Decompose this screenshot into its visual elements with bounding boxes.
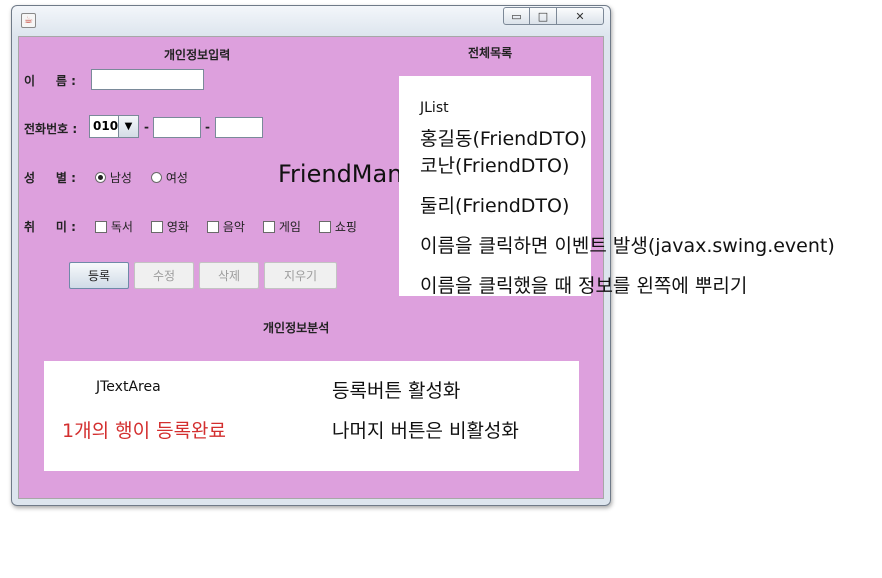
annotation-click-event: 이름을 클릭하면 이벤트 발생(javax.swing.event) [420,235,835,257]
jlist-label: JList [420,100,449,116]
checkbox-icon[interactable] [95,221,107,233]
gender-male-radio[interactable]: 남성 [95,169,132,186]
hobby-label: 취 미 : [24,220,76,234]
checkbox-icon[interactable] [207,221,219,233]
radio-unselected-icon[interactable] [151,172,162,183]
form-header: 개인정보입력 [164,48,231,62]
gender-female-label: 여성 [165,171,188,185]
name-label: 이 름 : [24,74,76,88]
hobby-label-movie: 영화 [166,220,189,234]
phone-prefix-value: 010 [93,119,119,133]
phone-label: 전화번호 : [24,122,78,136]
chevron-down-icon[interactable]: ▼ [118,116,138,137]
phone-dash-1: - [144,120,149,134]
checkbox-icon[interactable] [319,221,331,233]
delete-button[interactable]: 삭제 [199,262,259,289]
hobby-label-game: 게임 [278,220,301,234]
annotation-click-info: 이름을 클릭했을 때 정보를 왼쪽에 뿌리기 [420,275,748,297]
hobby-label-music: 음악 [222,220,245,234]
phone-last-input[interactable] [215,117,263,138]
hobby-checkbox-game[interactable]: 게임 [263,218,301,235]
textarea-label: JTextArea [96,379,161,395]
analysis-header: 개인정보분석 [263,321,330,335]
checkbox-icon[interactable] [263,221,275,233]
hobby-checkbox-movie[interactable]: 영화 [151,218,189,235]
gender-male-label: 남성 [109,171,132,185]
center-title: FriendMan [278,160,403,188]
java-app-icon[interactable]: ☕ [21,13,36,28]
hobby-label-shopping: 쇼핑 [334,220,357,234]
register-button[interactable]: 등록 [69,262,129,289]
title-bar[interactable]: ☕ ▭ □ ✕ [12,6,610,34]
gender-label: 성 별 : [24,171,76,185]
hobby-label-reading: 독서 [110,220,133,234]
checkbox-icon[interactable] [151,221,163,233]
modify-button[interactable]: 수정 [134,262,194,289]
list-item[interactable]: 홍길동(FriendDTO) [420,124,587,151]
list-item[interactable]: 코난(FriendDTO) [420,151,569,178]
textarea-message: 1개의 행이 등록완료 [62,420,227,442]
list-header: 전체목록 [468,46,513,60]
hobby-checkbox-shopping[interactable]: 쇼핑 [319,218,357,235]
window-controls: ▭ □ ✕ [503,7,604,25]
radio-selected-icon[interactable] [95,172,106,183]
annotation-disable-others: 나머지 버튼은 비활성화 [332,420,519,442]
annotation-enable-register: 등록버튼 활성화 [332,380,461,402]
hobby-checkbox-music[interactable]: 음악 [207,218,245,235]
phone-prefix-combo[interactable]: 010 ▼ [89,115,139,138]
close-button[interactable]: ✕ [557,7,604,25]
clear-button[interactable]: 지우기 [264,262,337,289]
phone-dash-2: - [205,120,210,134]
maximize-button[interactable]: □ [530,7,557,25]
hobby-checkbox-reading[interactable]: 독서 [95,218,133,235]
gender-female-radio[interactable]: 여성 [151,169,188,186]
list-item[interactable]: 둘리(FriendDTO) [420,191,569,218]
phone-middle-input[interactable] [153,117,201,138]
minimize-button[interactable]: ▭ [503,7,530,25]
name-input[interactable] [91,69,204,90]
